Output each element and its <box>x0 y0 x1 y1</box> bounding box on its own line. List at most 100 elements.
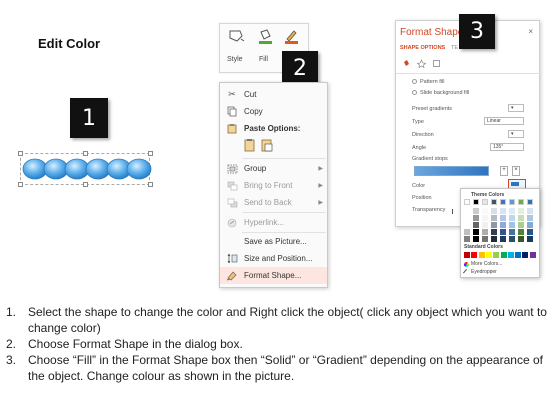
color-swatch[interactable] <box>518 208 524 214</box>
color-swatch[interactable] <box>518 222 524 228</box>
standard-color-swatch[interactable] <box>478 252 485 258</box>
fill-line-icon[interactable] <box>402 59 411 68</box>
color-swatch[interactable] <box>482 222 488 228</box>
ribbon-label-style: Style <box>227 56 243 63</box>
menu-item-hyperlink[interactable]: Hyperlink... <box>220 214 327 231</box>
page-title: Edit Color <box>38 36 101 51</box>
format-pane-title: Format Shape <box>400 27 464 38</box>
instruction-text: Choose Format Shape in the dialog box. <box>28 337 243 351</box>
color-swatch[interactable] <box>473 236 479 242</box>
menu-item-bring-to-front[interactable]: Bring to Front ▶ <box>220 177 327 194</box>
color-swatch[interactable] <box>491 229 497 235</box>
color-swatch[interactable] <box>482 229 488 235</box>
eyedropper-link[interactable]: Eyedropper <box>471 269 497 275</box>
theme-colors-heading: Theme Colors <box>471 192 505 198</box>
menu-item-group[interactable]: Group ▶ <box>220 160 327 177</box>
color-swatch[interactable] <box>509 222 515 228</box>
type-select[interactable]: Linear <box>484 117 524 125</box>
color-swatch[interactable] <box>500 236 506 242</box>
color-swatch[interactable] <box>500 208 506 214</box>
color-swatch[interactable] <box>518 199 524 205</box>
color-swatch[interactable] <box>518 215 524 221</box>
close-icon[interactable]: × <box>528 27 533 36</box>
color-swatch[interactable] <box>491 236 497 242</box>
standard-color-swatch[interactable] <box>500 252 507 258</box>
color-swatch[interactable] <box>482 236 488 242</box>
preset-gradients-label: Preset gradients <box>412 106 453 112</box>
shape-fill-button[interactable] <box>254 28 278 54</box>
transparency-slider[interactable] <box>452 209 458 214</box>
standard-color-swatch[interactable] <box>493 252 500 258</box>
color-swatch[interactable] <box>464 222 470 228</box>
paste-picture-icon[interactable] <box>261 138 273 154</box>
color-swatch[interactable] <box>509 208 515 214</box>
color-swatch[interactable] <box>518 236 524 242</box>
standard-color-swatch[interactable] <box>507 252 514 258</box>
effects-icon[interactable] <box>416 59 427 69</box>
color-swatch[interactable] <box>500 222 506 228</box>
standard-color-swatch[interactable] <box>529 252 536 258</box>
color-swatch[interactable] <box>527 215 533 221</box>
color-swatch[interactable] <box>518 229 524 235</box>
menu-item-paste-options: Paste Options: <box>220 120 327 137</box>
color-swatch[interactable] <box>509 229 515 235</box>
menu-item-cut[interactable]: ✂ Cut <box>220 86 327 103</box>
menu-item-send-to-back[interactable]: Send to Back ▶ <box>220 194 327 211</box>
pattern-fill-option[interactable]: Pattern fill <box>412 79 444 85</box>
color-swatch[interactable] <box>527 222 533 228</box>
color-swatch[interactable] <box>482 208 488 214</box>
standard-color-swatch[interactable] <box>522 252 529 258</box>
color-swatch[interactable] <box>473 229 479 235</box>
color-swatch[interactable] <box>491 222 497 228</box>
slide-bg-fill-option[interactable]: Slide background fill <box>412 90 469 96</box>
color-swatch[interactable] <box>509 215 515 221</box>
size-properties-icon[interactable] <box>432 59 441 68</box>
instruction-number: 3. <box>6 353 17 367</box>
color-swatch[interactable] <box>527 208 533 214</box>
chain-link <box>85 158 111 180</box>
color-swatch[interactable] <box>464 215 470 221</box>
color-swatch[interactable] <box>500 199 506 205</box>
color-swatch[interactable] <box>473 215 479 221</box>
menu-item-format-shape[interactable]: Format Shape... <box>220 267 327 284</box>
menu-item-size-and-position[interactable]: Size and Position... <box>220 250 327 267</box>
tab-text-options[interactable]: TE <box>451 45 458 51</box>
color-swatch[interactable] <box>527 229 533 235</box>
menu-item-label: Send to Back <box>244 198 292 207</box>
preset-gradients-dropdown[interactable]: ▾ <box>508 104 524 112</box>
color-swatch[interactable] <box>500 215 506 221</box>
color-swatch[interactable] <box>527 236 533 242</box>
color-swatch[interactable] <box>482 215 488 221</box>
paste-keep-source-icon[interactable] <box>244 138 256 154</box>
gradient-stops-slider[interactable] <box>414 166 489 176</box>
color-swatch[interactable] <box>482 199 488 205</box>
color-swatch[interactable] <box>473 222 479 228</box>
color-swatch[interactable] <box>473 199 479 205</box>
chain-shape-group[interactable] <box>22 155 152 183</box>
tab-shape-options[interactable]: SHAPE OPTIONS <box>400 45 445 51</box>
menu-item-copy[interactable]: Copy <box>220 103 327 120</box>
standard-color-swatch[interactable] <box>464 252 470 258</box>
more-colors-link[interactable]: More Colors... <box>471 261 502 267</box>
direction-dropdown[interactable]: ▾ <box>508 130 524 138</box>
color-swatch[interactable] <box>464 236 470 242</box>
color-swatch[interactable] <box>464 229 470 235</box>
color-swatch[interactable] <box>491 215 497 221</box>
color-swatch[interactable] <box>491 199 497 205</box>
angle-input[interactable]: 135° <box>490 143 524 151</box>
standard-color-swatch[interactable] <box>515 252 522 258</box>
color-swatch[interactable] <box>464 208 470 214</box>
color-swatch[interactable] <box>509 236 515 242</box>
remove-stop-icon[interactable]: × <box>512 166 520 176</box>
color-swatch[interactable] <box>527 199 533 205</box>
color-swatch[interactable] <box>473 208 479 214</box>
menu-item-save-as-picture[interactable]: Save as Picture... <box>220 233 327 250</box>
color-swatch[interactable] <box>500 229 506 235</box>
shape-style-button[interactable] <box>225 28 249 54</box>
standard-color-swatch[interactable] <box>471 252 478 258</box>
standard-color-swatch[interactable] <box>485 252 492 258</box>
color-swatch[interactable] <box>509 199 515 205</box>
color-swatch[interactable] <box>464 199 470 205</box>
add-stop-icon[interactable]: + <box>500 166 508 176</box>
color-swatch[interactable] <box>491 208 497 214</box>
